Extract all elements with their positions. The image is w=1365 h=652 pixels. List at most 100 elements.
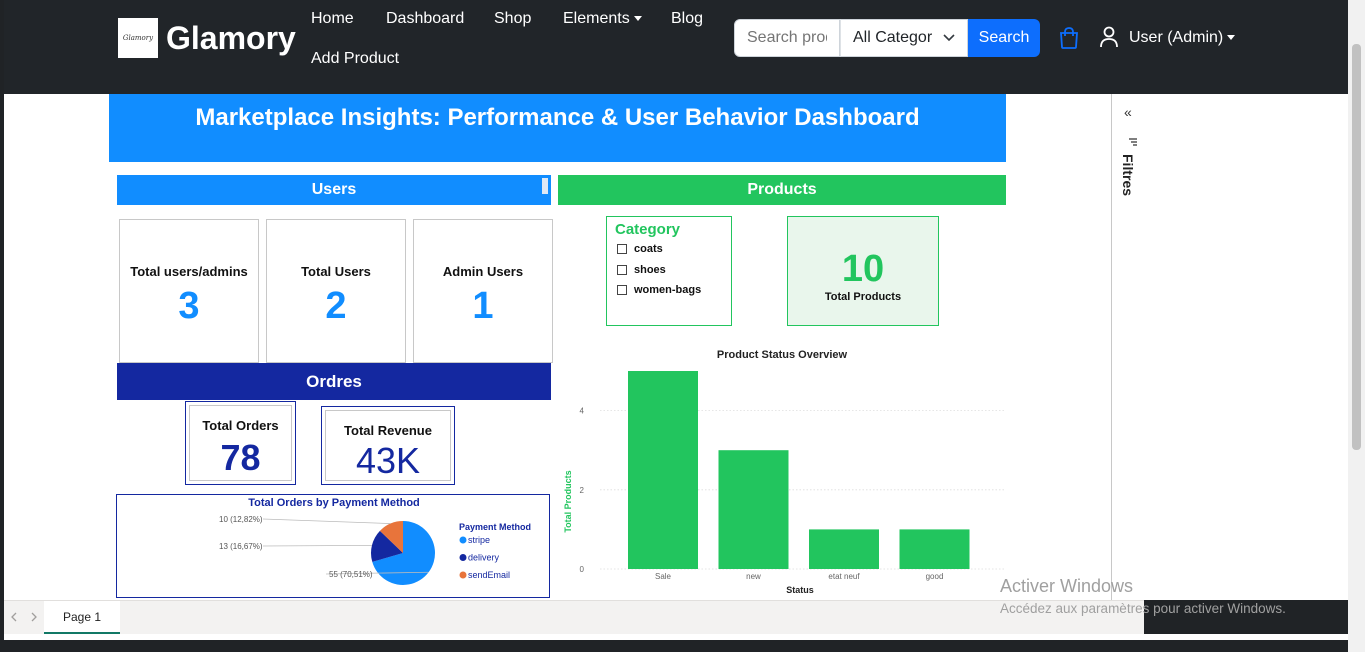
kpi-card-total-users[interactable]: Total Users 2	[266, 219, 406, 363]
kpi-label: Total Revenue	[344, 423, 432, 438]
search-group: All Categor Search	[734, 19, 1040, 57]
category-slicer-title: Category	[615, 221, 681, 238]
page-scrollbar[interactable]	[1348, 0, 1365, 652]
chevron-right-icon[interactable]	[30, 612, 38, 622]
y-tick-label: 2	[580, 486, 585, 495]
nav-link-home[interactable]: Home	[311, 10, 354, 28]
tab-page-1[interactable]: Page 1	[44, 601, 120, 635]
pie-data-label: 13 (16,67%)	[219, 542, 263, 551]
kpi-card-inner: Total Revenue 43K	[325, 410, 451, 481]
navbar: Glamory Glamory Home Dashboard Shop Elem…	[4, 0, 1348, 94]
user-menu[interactable]: User (Admin)	[1129, 29, 1236, 47]
search-button[interactable]: Search	[968, 19, 1040, 57]
bar-new[interactable]	[718, 450, 789, 569]
legend-item-sendemail[interactable]: sendEmail	[468, 570, 510, 580]
pie-data-label: 55 (70,51%)	[329, 570, 373, 579]
brand-logo[interactable]: Glamory	[118, 18, 158, 58]
x-axis-label: Status	[786, 585, 814, 595]
kpi-card-total-products[interactable]: 10 Total Products	[787, 216, 939, 326]
report-canvas: Marketplace Insights: Performance & User…	[4, 94, 1348, 600]
bar-sale[interactable]	[628, 371, 698, 569]
watermark-subtitle: Accédez aux paramètres pour activer Wind…	[1000, 601, 1286, 616]
pie-chart-payment-method[interactable]: Total Orders by Payment Method 55 (70,51…	[116, 494, 550, 598]
pie-legend-title: Payment Method	[459, 522, 531, 532]
category-select-value: All Categor	[853, 29, 933, 46]
windows-activation-watermark: Activer Windows Accédez aux paramètres p…	[1000, 576, 1286, 616]
nav-link-dashboard[interactable]: Dashboard	[386, 10, 464, 28]
checkbox[interactable]	[617, 265, 627, 275]
category-select[interactable]: All Categor	[840, 19, 968, 57]
x-tick-label: etat neuf	[828, 572, 860, 581]
nav-link-blog[interactable]: Blog	[671, 10, 703, 28]
bar-chart-product-status[interactable]: Product Status Overview 0 2 4 Total Products…	[558, 344, 1006, 600]
kpi-value: 1	[472, 285, 494, 327]
pie-leader-line	[262, 544, 372, 547]
category-slicer: Category coats shoes women-bags	[606, 216, 732, 326]
nav-link-add-product[interactable]: Add Product	[311, 50, 399, 68]
x-tick-label: good	[926, 572, 944, 581]
products-header: Products	[558, 175, 1006, 205]
bar-etat-neuf[interactable]	[809, 529, 879, 569]
legend-marker	[459, 554, 467, 561]
filters-pane: « Filtres	[1111, 94, 1348, 600]
visual-scrollbar[interactable]	[542, 178, 548, 194]
kpi-card-total-orders[interactable]: Total Orders 78	[185, 401, 296, 485]
checkbox[interactable]	[617, 244, 627, 254]
category-option-label: coats	[634, 243, 663, 255]
kpi-card-total-revenue[interactable]: Total Revenue 43K	[321, 406, 455, 485]
users-header: Users	[117, 175, 551, 205]
checkbox[interactable]	[617, 285, 627, 295]
caret-down-icon	[633, 16, 642, 22]
watermark-title: Activer Windows	[1000, 576, 1134, 596]
filters-label[interactable]: Filtres	[1120, 154, 1136, 196]
legend-marker	[459, 571, 467, 579]
pie-data-label: 10 (12,82%)	[219, 515, 263, 524]
y-tick-label: 0	[580, 565, 585, 574]
legend-item-stripe[interactable]: stripe	[468, 535, 490, 545]
kpi-card-inner: Total Orders 78	[189, 405, 292, 481]
nav-link-elements[interactable]: Elements	[563, 10, 642, 28]
kpi-card-admin-users[interactable]: Admin Users 1	[413, 219, 553, 363]
scrollbar-thumb[interactable]	[1352, 44, 1361, 450]
kpi-value: 2	[325, 285, 347, 327]
orders-header: Ordres	[117, 363, 551, 400]
brand-logo-text: Glamory	[122, 34, 154, 42]
kpi-value: 3	[178, 285, 200, 327]
chevron-down-icon	[943, 34, 955, 42]
caret-down-icon	[1227, 35, 1236, 41]
kpi-label: Total users/admins	[130, 264, 248, 279]
bar-chart-title: Product Status Overview	[717, 349, 848, 361]
nav-link-shop[interactable]: Shop	[494, 10, 531, 28]
x-tick-label: new	[746, 572, 761, 581]
category-option-label: women-bags	[634, 284, 702, 296]
user-icon[interactable]	[1099, 26, 1119, 53]
legend-item-delivery[interactable]: delivery	[468, 553, 500, 563]
kpi-label: Total Products	[824, 291, 902, 303]
search-input[interactable]	[734, 19, 840, 57]
kpi-label: Total Orders	[202, 418, 279, 433]
collapse-icon[interactable]: «	[1124, 104, 1132, 120]
legend-marker	[459, 536, 467, 544]
page-tabs-bar: Page 1	[4, 600, 1144, 635]
category-option-shoes[interactable]: shoes	[617, 264, 666, 276]
report-title: Marketplace Insights: Performance & User…	[109, 94, 1006, 162]
kpi-value: 10	[841, 248, 885, 290]
kpi-value: 78	[220, 437, 261, 478]
y-tick-label: 4	[580, 407, 585, 416]
user-menu-label: User (Admin)	[1129, 29, 1224, 46]
chevron-left-icon[interactable]	[10, 612, 18, 622]
filter-icon	[1129, 138, 1137, 146]
pie-leader-line	[262, 518, 391, 524]
brand-name[interactable]: Glamory	[166, 20, 296, 57]
category-option-women-bags[interactable]: women-bags	[617, 284, 701, 296]
kpi-value: 43K	[355, 440, 421, 481]
kpi-card-total-users-admins[interactable]: Total users/admins 3	[119, 219, 259, 363]
kpi-label: Total Users	[301, 264, 371, 279]
browser-window: Glamory Glamory Home Dashboard Shop Elem…	[0, 0, 1365, 652]
pie-chart-svg: 55 (70,51%) 13 (16,67%) 10 (12,82%) Payment…	[219, 515, 531, 585]
category-option-label: shoes	[634, 264, 666, 276]
cart-icon[interactable]	[1058, 26, 1080, 55]
bar-good[interactable]	[899, 529, 970, 569]
category-option-coats[interactable]: coats	[617, 243, 663, 255]
x-tick-label: Sale	[655, 572, 672, 581]
